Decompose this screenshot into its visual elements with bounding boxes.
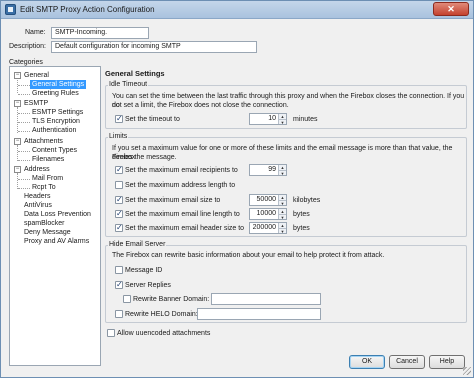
page-title: General Settings (105, 69, 165, 78)
tree-item-rcpt-to[interactable]: Rcpt To (32, 183, 56, 192)
tree-item-spamblocker[interactable]: spamBlocker (24, 219, 64, 228)
max-address-length-label: Set the maximum address length to (125, 182, 236, 189)
tree-item-greeting-rules[interactable]: Greeting Rules (32, 89, 79, 98)
max-recipients-label: Set the maximum email recipients to (125, 167, 238, 174)
tree-item-address[interactable]: Address (24, 165, 50, 174)
max-header-size-label: Set the maximum email header size to (125, 225, 245, 232)
tree-item-attachments[interactable]: Attachments (24, 137, 63, 146)
set-timeout-checkbox[interactable] (115, 114, 123, 123)
rewrite-helo-input[interactable] (197, 308, 321, 320)
max-recipients-checkbox[interactable] (115, 165, 123, 174)
tree-item-tls-encryption[interactable]: TLS Encryption (32, 117, 80, 126)
tree-item-filenames[interactable]: Filenames (32, 155, 64, 164)
expander-general[interactable]: − (14, 72, 21, 79)
max-recipients-value: 99 (268, 166, 276, 173)
message-id-checkbox[interactable] (115, 266, 123, 274)
timeout-value: 10 (268, 115, 276, 122)
max-email-size-value: 50000 (256, 196, 276, 203)
rewrite-banner-input[interactable] (211, 293, 321, 305)
spin-down-icon[interactable]: ▼ (279, 119, 286, 125)
rewrite-banner-checkbox[interactable] (123, 295, 131, 303)
limits-legend: Limits (108, 133, 129, 140)
spin-down-icon[interactable]: ▼ (279, 170, 286, 176)
max-line-length-value: 10000 (256, 210, 276, 217)
rewrite-helo-label: Rewrite HELO Domain: (125, 311, 198, 318)
max-header-size-unit: bytes (293, 225, 310, 232)
max-header-size-checkbox[interactable] (115, 223, 123, 232)
max-email-size-label: Set the maximum email size to (125, 197, 221, 204)
set-timeout-label: Set the timeout to (125, 116, 180, 123)
idle-timeout-description-line2: not set a limit, the Firebox does not cl… (112, 102, 289, 109)
spin-down-icon[interactable]: ▼ (279, 200, 286, 206)
max-line-length-unit: bytes (293, 211, 310, 218)
tree-item-data-loss-prevention[interactable]: Data Loss Prevention (24, 210, 91, 219)
close-button[interactable]: ✕ (433, 2, 469, 16)
spin-down-icon[interactable]: ▼ (279, 214, 286, 220)
max-line-length-label: Set the maximum email line length to (125, 211, 240, 218)
tree-item-proxy-av-alarms[interactable]: Proxy and AV Alarms (24, 237, 89, 246)
tree-item-deny-message[interactable]: Deny Message (24, 228, 71, 237)
tree-item-esmtp[interactable]: ESMTP (24, 99, 48, 108)
server-replies-label: Server Replies (125, 282, 171, 289)
max-address-length-checkbox[interactable] (115, 181, 123, 189)
description-label: Description: (9, 43, 46, 50)
max-email-size-unit: kilobytes (293, 197, 321, 204)
spin-down-icon[interactable]: ▼ (279, 228, 286, 234)
hide-email-server-legend: Hide Email Server (108, 241, 167, 248)
server-replies-checkbox[interactable] (115, 280, 123, 289)
hide-email-server-description: The Firebox can rewrite basic informatio… (112, 252, 385, 259)
resize-grip-icon[interactable] (463, 367, 471, 375)
ok-button[interactable]: OK (349, 355, 385, 369)
tree-item-authentication[interactable]: Authentication (32, 126, 76, 135)
max-header-size-value: 200000 (252, 224, 276, 231)
tree-item-content-types[interactable]: Content Types (32, 146, 77, 155)
max-header-size-spinbox[interactable]: 200000 ▲ ▼ (249, 222, 287, 234)
expander-attachments[interactable]: − (14, 138, 21, 145)
tree-item-antivirus[interactable]: AntiVirus (24, 201, 52, 210)
categories-tree[interactable]: − General General Settings Greeting Rule… (9, 66, 101, 366)
allow-uuencoded-label: Allow uuencoded attachments (117, 330, 211, 337)
tree-item-general[interactable]: General (24, 71, 49, 80)
name-input[interactable]: SMTP-Incoming. (51, 27, 149, 39)
limits-description-line2: denies the message. (112, 154, 177, 161)
help-button[interactable]: Help (429, 355, 465, 369)
timeout-unit: minutes (293, 116, 318, 123)
expander-esmtp[interactable]: − (14, 100, 21, 107)
tree-item-headers[interactable]: Headers (24, 192, 50, 201)
rewrite-helo-checkbox[interactable] (115, 310, 123, 318)
title-bar[interactable]: Edit SMTP Proxy Action Configuration ✕ (1, 1, 473, 19)
max-line-length-spinbox[interactable]: 10000 ▲ ▼ (249, 208, 287, 220)
idle-timeout-legend: Idle Timeout (108, 81, 149, 88)
description-input[interactable]: Default configuration for incoming SMTP (51, 41, 257, 53)
cancel-button[interactable]: Cancel (389, 355, 425, 369)
timeout-spinbox[interactable]: 10 ▲ ▼ (249, 113, 287, 125)
allow-uuencoded-checkbox[interactable] (107, 329, 115, 337)
max-recipients-spinbox[interactable]: 99 ▲ ▼ (249, 164, 287, 176)
app-icon (5, 4, 16, 15)
tree-item-mail-from[interactable]: Mail From (32, 174, 63, 183)
rewrite-banner-label: Rewrite Banner Domain: (133, 296, 210, 303)
expander-address[interactable]: − (14, 166, 21, 173)
dialog-window: Edit SMTP Proxy Action Configuration ✕ N… (0, 0, 474, 378)
max-line-length-checkbox[interactable] (115, 209, 123, 218)
tree-item-general-settings[interactable]: General Settings (30, 80, 87, 89)
message-id-label: Message ID (125, 267, 163, 274)
name-label: Name: (25, 29, 46, 36)
tree-item-esmtp-settings[interactable]: ESMTP Settings (32, 108, 83, 117)
max-email-size-checkbox[interactable] (115, 195, 123, 204)
categories-label: Categories (9, 59, 43, 66)
max-email-size-spinbox[interactable]: 50000 ▲ ▼ (249, 194, 287, 206)
window-title: Edit SMTP Proxy Action Configuration (20, 5, 155, 14)
